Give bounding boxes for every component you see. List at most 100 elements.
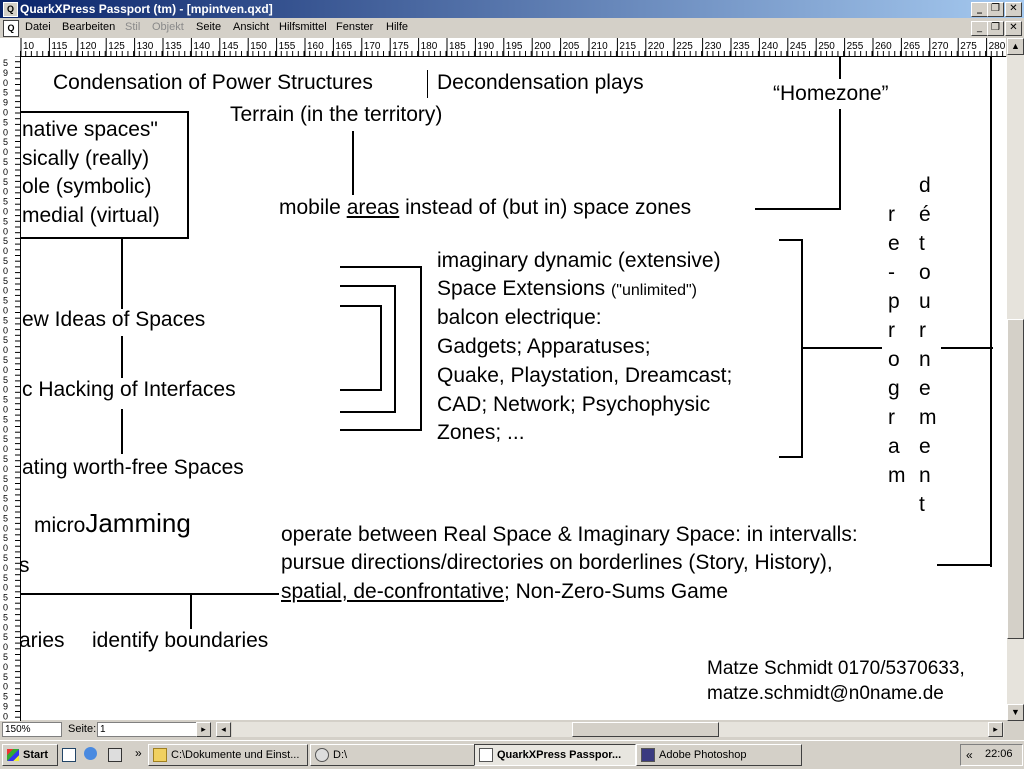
ie-icon[interactable]	[84, 747, 97, 760]
decondensation-text: Decondensation plays	[437, 71, 644, 94]
folder-icon	[153, 748, 167, 763]
document-canvas[interactable]: Condensation of Power Structures Deconde…	[21, 57, 1007, 720]
ruler-label: 5	[3, 335, 8, 345]
quark-icon[interactable]: Q	[3, 2, 18, 17]
ruler-label: 5	[3, 494, 8, 504]
ruler-label: 185	[449, 41, 466, 52]
mobile-areas-text: mobile areas instead of (but in) space z…	[279, 196, 691, 220]
maximize-icon[interactable]: ❐	[987, 2, 1004, 17]
ruler-label: 255	[847, 41, 864, 52]
ruler-label: 5	[3, 355, 8, 365]
scroll-thumb[interactable]	[1007, 319, 1024, 639]
ruler-label: 0	[3, 711, 8, 721]
task-explorer-d[interactable]: D:\	[310, 744, 476, 766]
task-label: D:\	[333, 749, 348, 761]
ruler-label: 155	[279, 41, 296, 52]
doc-close-icon[interactable]: ✕	[1005, 21, 1022, 36]
zoom-field[interactable]: 150%	[2, 722, 62, 737]
spatial-underlined: spatial, de-confrontative	[281, 580, 504, 603]
scroll-left-icon[interactable]: ◂	[216, 722, 231, 737]
menu-datei[interactable]: Datei	[25, 21, 51, 33]
ruler-label: 245	[790, 41, 807, 52]
explorer-icon[interactable]	[108, 748, 122, 762]
microjamming-text: microJamming	[34, 508, 191, 539]
ruler-label: 0	[3, 444, 8, 454]
doc-minimize-icon[interactable]: _	[971, 21, 988, 36]
ruler-origin[interactable]	[0, 38, 21, 57]
vertical-ruler[interactable]: 5905905050505050505050505050505050505050…	[0, 56, 21, 721]
hacking-text: c Hacking of Interfaces	[22, 378, 236, 401]
hscroll-thumb[interactable]	[572, 722, 719, 737]
system-tray: « 22:06	[960, 744, 1023, 766]
ruler-label: 5	[3, 58, 8, 68]
ruler-label: 0	[3, 226, 8, 236]
vertical-scrollbar[interactable]: ▲ ▼	[1007, 38, 1024, 721]
ruler-label: 0	[3, 504, 8, 514]
menu-objekt[interactable]: Objekt	[152, 21, 184, 33]
list-item: Space Extensions ("unlimited")	[437, 277, 697, 301]
menu-seite[interactable]: Seite	[196, 21, 221, 33]
ruler-label: 5	[3, 216, 8, 226]
vertical-letter: t	[919, 493, 925, 516]
ruler-label: 0	[3, 603, 8, 613]
ruler-label: 0	[3, 464, 8, 474]
scroll-up-icon[interactable]: ▲	[1007, 38, 1024, 55]
ruler-label: 9	[3, 68, 8, 78]
ruler-label: 5	[3, 88, 8, 98]
ruler-label: 0	[3, 523, 8, 533]
ruler-label: 5	[3, 315, 8, 325]
ruler-label: 0	[3, 682, 8, 692]
vertical-letter: g	[888, 377, 900, 400]
quicklaunch-more[interactable]: »	[135, 746, 142, 760]
ruler-label: 260	[875, 41, 892, 52]
minimize-icon[interactable]: _	[971, 2, 988, 17]
task-explorer-documents[interactable]: C:\Dokumente und Einst...	[148, 744, 308, 766]
horizontal-scrollbar[interactable]: ◂ ▸	[216, 722, 1004, 737]
menu-hilfe[interactable]: Hilfe	[386, 21, 408, 33]
document-icon[interactable]: Q	[3, 20, 19, 37]
close-icon[interactable]: ✕	[1005, 2, 1022, 17]
desktop-icon[interactable]	[62, 748, 76, 762]
ruler-label: 0	[3, 642, 8, 652]
page-field[interactable]: 1	[97, 722, 211, 737]
box-line: native spaces"	[22, 118, 158, 141]
start-label: Start	[23, 749, 49, 761]
menu-ansicht[interactable]: Ansicht	[233, 21, 269, 33]
doc-restore-icon[interactable]: ❐	[987, 21, 1004, 36]
ruler-label: 230	[705, 41, 722, 52]
ruler-label: 0	[3, 345, 8, 355]
ruler-label: 0	[3, 187, 8, 197]
menu-fenster[interactable]: Fenster	[336, 21, 373, 33]
vertical-letter: m	[919, 406, 937, 429]
taskbar: Start » C:\Dokumente und Einst... D:\ Qu…	[0, 740, 1024, 769]
ruler-label: 9	[3, 702, 8, 712]
start-button[interactable]: Start	[2, 744, 58, 766]
ruler-label: 130	[137, 41, 154, 52]
ruler-label: 160	[307, 41, 324, 52]
vertical-letter: r	[888, 406, 895, 429]
ruler-label: 170	[364, 41, 381, 52]
connector-line	[121, 409, 123, 454]
page-arrow-icon[interactable]: ▸	[196, 722, 211, 737]
vertical-letter: e	[888, 232, 900, 255]
ruler-label: 0	[3, 385, 8, 395]
list-item: Zones; ...	[437, 421, 525, 444]
ruler-label: 5	[3, 434, 8, 444]
task-photoshop[interactable]: Adobe Photoshop	[636, 744, 802, 766]
menu-bearbeiten[interactable]: Bearbeiten	[62, 21, 115, 33]
list-item: imaginary dynamic (extensive)	[437, 249, 721, 272]
tray-expand[interactable]: «	[966, 748, 973, 762]
horizontal-ruler[interactable]: 10 115 120 125 130 135 140 145 150 155 160 165 170 17…	[20, 38, 1006, 57]
ruler-label: 0	[3, 127, 8, 137]
menu-stil[interactable]: Stil	[125, 21, 140, 33]
scroll-right-icon[interactable]: ▸	[988, 722, 1003, 737]
ruler-label: 0	[3, 405, 8, 415]
scroll-down-icon[interactable]: ▼	[1007, 704, 1024, 721]
menu-hilfsmittel[interactable]: Hilfsmittel	[279, 21, 327, 33]
ruler-label: 235	[733, 41, 750, 52]
task-quarkxpress[interactable]: QuarkXPress Passpor...	[474, 744, 636, 766]
drive-icon	[315, 748, 329, 763]
ruler-label: 5	[3, 117, 8, 127]
vertical-letter: -	[888, 261, 895, 284]
areas-underlined: areas	[346, 196, 400, 219]
